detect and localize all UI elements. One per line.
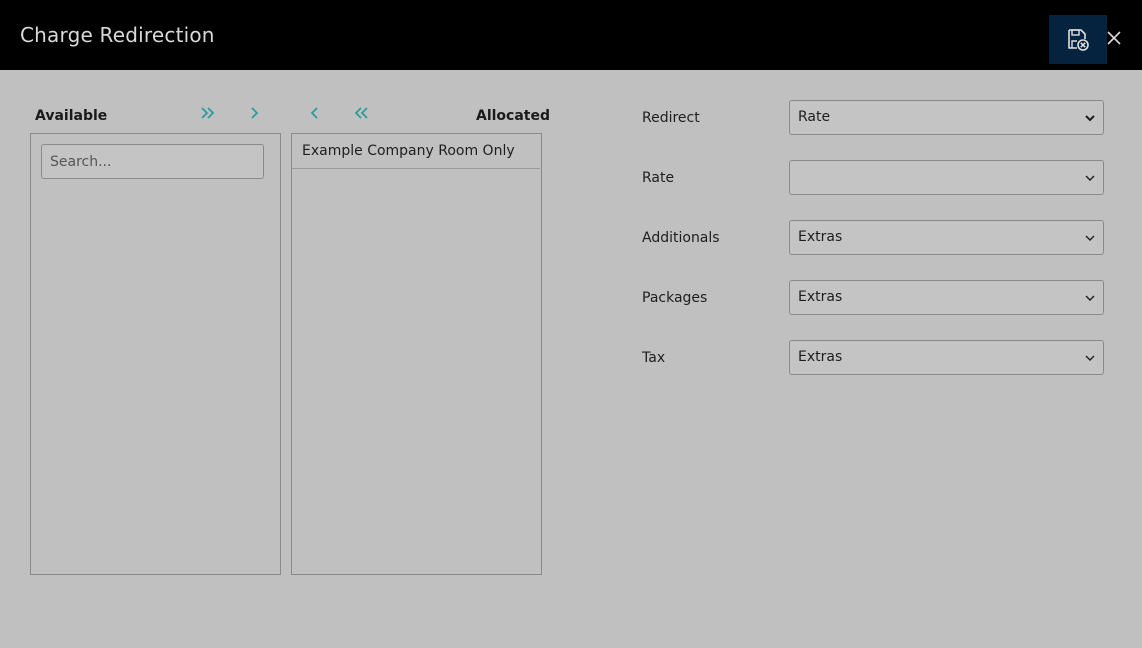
redirect-select[interactable]: Rate: [789, 100, 1104, 135]
chevron-down-icon: [1085, 295, 1095, 301]
redirect-label: Redirect: [642, 110, 700, 126]
close-icon: [1107, 31, 1121, 45]
save-cancel-icon: [1068, 28, 1089, 51]
tax-select-value: Extras: [798, 349, 843, 365]
packages-select-value: Extras: [798, 289, 843, 305]
redirect-select-value: Rate: [798, 109, 831, 125]
tax-label: Tax: [642, 350, 666, 366]
double-chevron-right-icon: [201, 107, 215, 119]
available-list[interactable]: [30, 133, 281, 575]
modal-header: Charge Redirection: [0, 0, 1142, 70]
tax-select[interactable]: Extras: [789, 340, 1104, 375]
chevron-down-icon: [1085, 355, 1095, 361]
move-all-right-button[interactable]: [196, 101, 220, 125]
rate-label: Rate: [642, 170, 675, 186]
allocated-list[interactable]: [291, 133, 542, 575]
search-input[interactable]: [41, 144, 264, 179]
close-button[interactable]: [1103, 27, 1125, 49]
save-button[interactable]: [1049, 15, 1107, 64]
chevron-down-icon: [1085, 115, 1095, 122]
modal-title: Charge Redirection: [20, 23, 215, 47]
additionals-select-value: Extras: [798, 229, 843, 245]
available-label: Available: [35, 108, 108, 124]
rate-select[interactable]: [789, 160, 1104, 195]
move-right-button[interactable]: [242, 101, 266, 125]
move-left-button[interactable]: [303, 101, 327, 125]
additionals-select[interactable]: Extras: [789, 220, 1104, 255]
packages-select[interactable]: Extras: [789, 280, 1104, 315]
chevron-down-icon: [1085, 235, 1095, 241]
move-all-left-button[interactable]: [349, 101, 373, 125]
double-chevron-left-icon: [354, 107, 368, 119]
additionals-label: Additionals: [642, 230, 720, 246]
chevron-right-icon: [251, 107, 259, 119]
packages-label: Packages: [642, 290, 708, 306]
allocated-label: Allocated: [476, 108, 551, 124]
list-item[interactable]: Example Company Room Only: [292, 134, 540, 169]
chevron-down-icon: [1085, 175, 1095, 181]
chevron-left-icon: [310, 107, 318, 119]
